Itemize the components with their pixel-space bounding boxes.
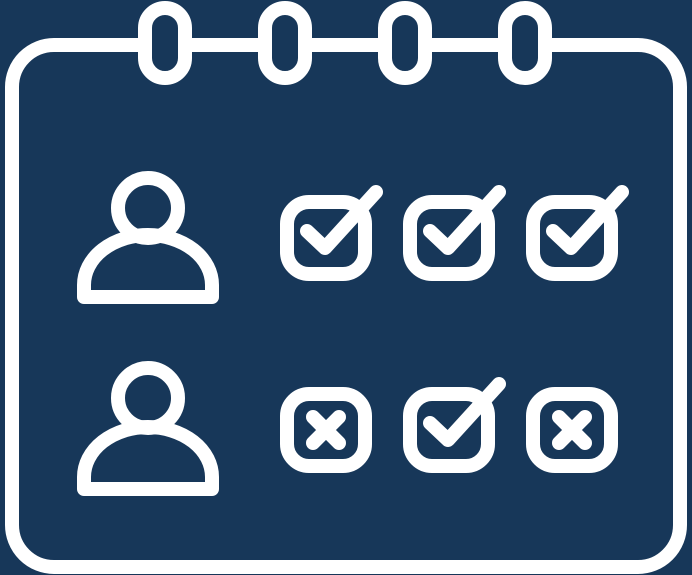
attendance-icon-canvas — [0, 0, 692, 575]
binder-ring-3 — [378, 1, 432, 85]
calendar-attendance-icon — [0, 0, 692, 575]
binder-ring-2 — [258, 1, 312, 85]
binder-ring-1 — [138, 1, 192, 85]
binder-ring-4 — [498, 1, 552, 85]
